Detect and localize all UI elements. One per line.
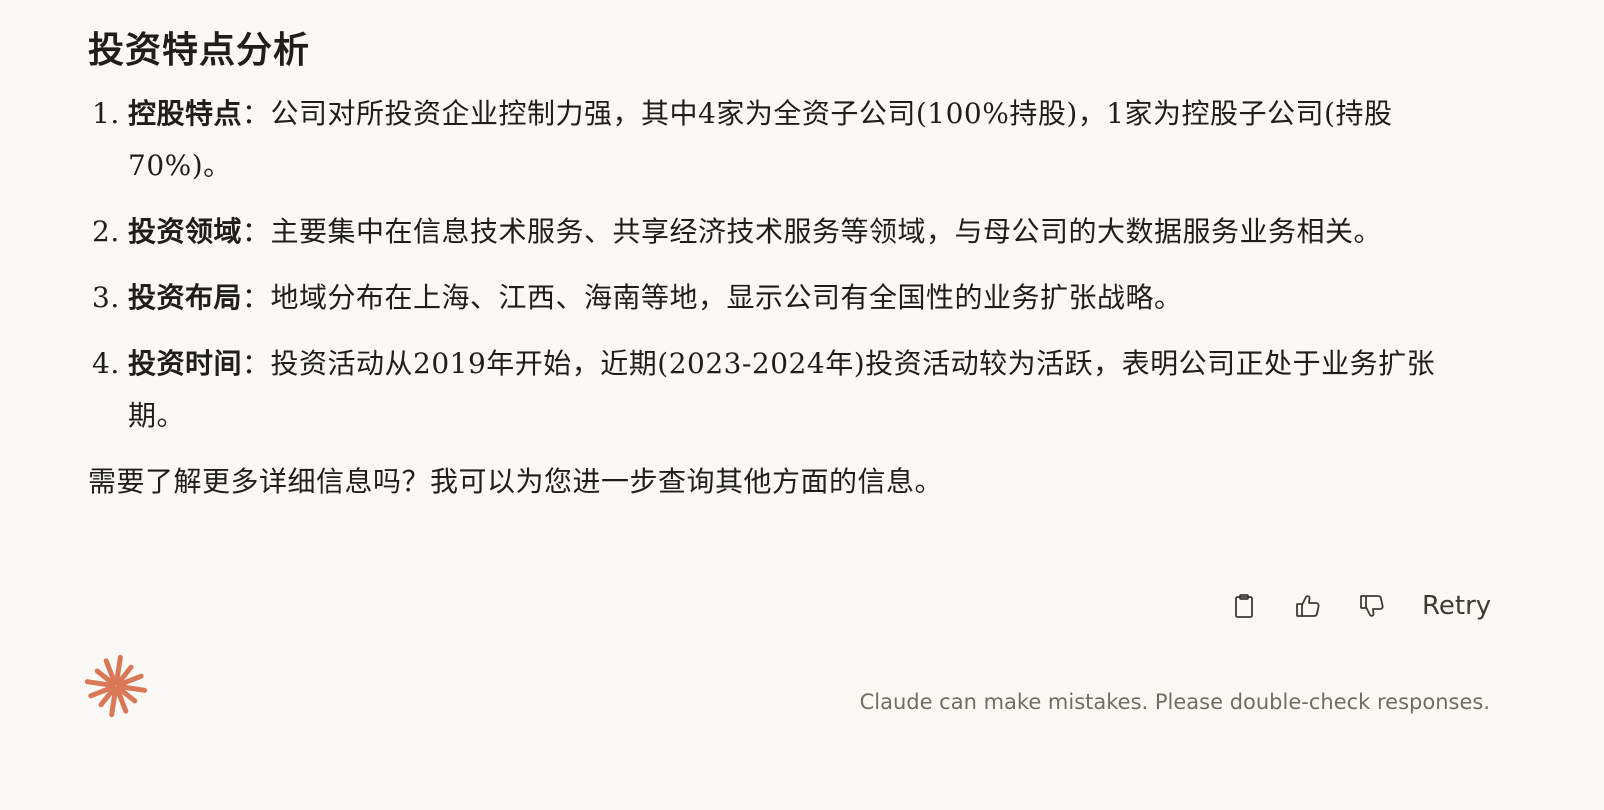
retry-button[interactable]: Retry [1418, 587, 1495, 625]
assistant-message: 投资特点分析 1. 控股特点：公司对所投资企业控制力强，其中4家为全资子公司(10… [88, 22, 1488, 508]
closing-paragraph: 需要了解更多详细信息吗？我可以为您进一步查询其他方面的信息。 [88, 465, 944, 498]
list-item: 2. 投资领域：主要集中在信息技术服务、共享经济技术服务等领域，与母公司的大数据服… [88, 206, 1488, 258]
copy-button[interactable] [1224, 586, 1264, 626]
thumbs-down-icon [1360, 595, 1384, 617]
list-item-number: 2. [92, 215, 120, 248]
thumbs-up-button[interactable] [1288, 586, 1328, 626]
list-item-separator: ： [242, 215, 271, 248]
clipboard-icon [1235, 594, 1253, 618]
list-item: 3. 投资布局：地域分布在上海、江西、海南等地，显示公司有全国性的业务扩张战略。 [88, 272, 1488, 324]
list-item-number: 3. [92, 281, 120, 314]
list-item: 4. 投资时间：投资活动从2019年开始，近期(2023-2024年)投资活动较为… [88, 338, 1488, 442]
list-item-text: 主要集中在信息技术服务、共享经济技术服务等领域，与母公司的大数据服务业务相关。 [270, 215, 1383, 248]
thumbs-up-icon [1296, 595, 1320, 617]
list-item: 1. 控股特点：公司对所投资企业控制力强，其中4家为全资子公司(100%持股)，1… [88, 88, 1488, 192]
list-item-number: 4. [92, 347, 120, 380]
chat-view: 投资特点分析 1. 控股特点：公司对所投资企业控制力强，其中4家为全资子公司(10… [0, 0, 1604, 810]
list-item-title: 投资布局 [128, 281, 243, 314]
thumbs-down-button[interactable] [1352, 586, 1392, 626]
list-item-separator: ： [242, 347, 271, 380]
section-heading: 投资特点分析 [88, 29, 311, 71]
list-item-separator: ： [242, 281, 271, 314]
list-item-title: 投资领域 [128, 215, 243, 248]
list-item-title: 控股特点 [128, 97, 243, 130]
disclaimer-text: Claude can make mistakes. Please double-… [859, 690, 1490, 714]
list-item-title: 投资时间 [128, 347, 243, 380]
list-item-number: 1. [92, 97, 120, 130]
message-actions: Retry [1224, 586, 1495, 626]
claude-starburst-icon [84, 654, 148, 718]
list-item-text: 公司对所投资企业控制力强，其中4家为全资子公司(100%持股)，1家为控股子公司… [128, 97, 1393, 182]
list-item-text: 地域分布在上海、江西、海南等地，显示公司有全国性的业务扩张战略。 [270, 281, 1183, 314]
list-item-separator: ： [242, 97, 271, 130]
analysis-list: 1. 控股特点：公司对所投资企业控制力强，其中4家为全资子公司(100%持股)，1… [88, 88, 1488, 442]
list-item-text: 投资活动从2019年开始，近期(2023-2024年)投资活动较为活跃，表明公司… [128, 347, 1436, 432]
